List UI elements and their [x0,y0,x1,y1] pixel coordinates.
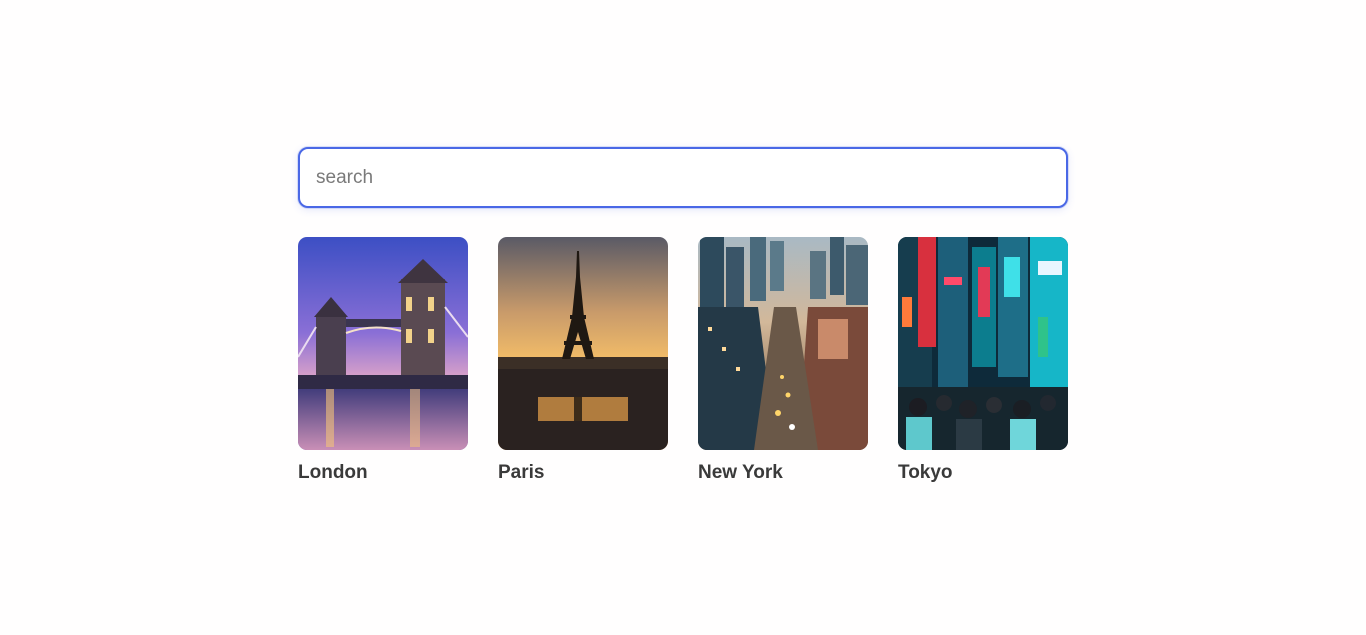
search-input[interactable] [298,147,1068,208]
city-grid: London Paris New York Tokyo [298,237,1068,484]
main-content: London [298,147,1068,484]
city-name: London [298,462,368,483]
city-name: Paris [498,462,545,483]
new-york-image[interactable] [698,237,868,450]
city-name: New York [698,462,783,483]
paris-image[interactable] [498,237,668,450]
city-card-tokyo[interactable]: Tokyo [898,237,1068,484]
city-card-new-york[interactable]: New York [698,237,868,484]
london-image[interactable] [298,237,468,450]
tokyo-image[interactable] [898,237,1068,450]
city-name: Tokyo [898,462,953,483]
city-card-london[interactable]: London [298,237,468,484]
city-card-paris[interactable]: Paris [498,237,668,484]
